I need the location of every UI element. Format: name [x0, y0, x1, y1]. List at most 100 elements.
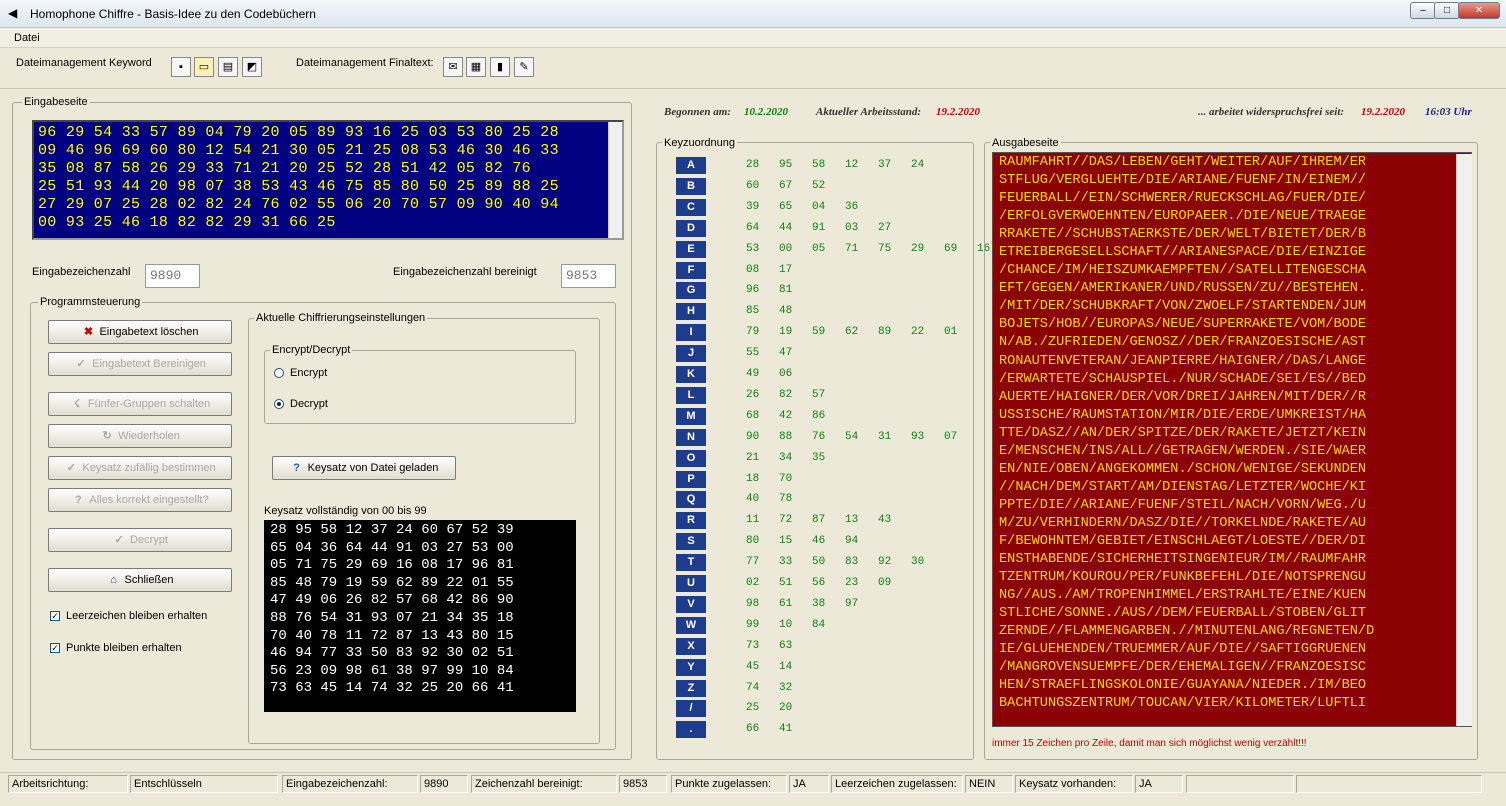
output-row: /MANGROVENSUEMPFE/DER/EHEMALIGEN//FRANZO…: [999, 660, 1367, 676]
clean-input-button[interactable]: ✓ Eingabetext Bereinigen: [48, 352, 232, 376]
input-clean-count-field: 9853: [561, 264, 616, 288]
key-values: 80 15 46 94: [746, 535, 859, 548]
keysatz-row: 56 23 09 98 61 38 97 99 10 84: [270, 662, 514, 679]
runner-icon: ☇: [73, 398, 80, 410]
keysatz-label: Keysatz vollständig von 00 bis 99: [264, 505, 427, 517]
key-values: 28 95 58 12 37 24: [746, 159, 925, 171]
key-values: 55 47: [746, 347, 793, 360]
keysatz-row: 88 76 54 31 93 07 21 34 35 18: [270, 609, 514, 626]
delete-input-label: Eingabetext löschen: [99, 326, 199, 338]
key-letter: S: [676, 533, 706, 551]
points-checkbox[interactable]: ✓: [50, 643, 60, 653]
delete-input-button[interactable]: ✖ Eingabetext löschen: [48, 320, 232, 344]
chart-icon[interactable]: ▮: [490, 57, 510, 77]
begonnen-value: 10.2.2020: [744, 106, 788, 118]
repeat-button[interactable]: ↻ Wiederholen: [48, 424, 232, 448]
close-window-button[interactable]: ✕: [1458, 2, 1500, 19]
input-row: 09 46 96 69 60 80 12 54 21 30 05 21 25 0…: [38, 142, 559, 159]
arbeitsstand-label: Aktueller Arbeitsstand:: [816, 106, 922, 118]
spaces-checkbox[interactable]: ✓: [50, 611, 60, 621]
key-values: 96 81: [746, 284, 793, 297]
key-values: 99 10 84: [746, 618, 826, 631]
key-values: 21 34 35: [746, 451, 826, 464]
key-letter: E: [676, 240, 706, 258]
output-row: BACHTUNGSZENTRUM/TOUCAN/VIER/KILOMETER/L…: [999, 696, 1367, 712]
key-letter: J: [676, 345, 706, 363]
check-settings-button[interactable]: ? Alles korrekt eingestellt?: [48, 488, 232, 512]
key-letter: R: [676, 512, 706, 530]
keyset-file-label: Keysatz von Datei geladen: [307, 462, 439, 474]
check-icon: ✓: [114, 534, 124, 546]
output-row: IE/GLUEHENDEN/TRUEMMER/AUF/DIE//SAFTIGGR…: [999, 642, 1367, 658]
settings-title: Aktuelle Chiffrierungseinstellungen: [254, 312, 428, 324]
key-letter: Z: [676, 679, 706, 697]
status-punkte-value: JA: [789, 775, 829, 793]
keyset-file-button[interactable]: ? Keysatz von Datei geladen: [272, 456, 456, 480]
input-count-field: 9890: [145, 264, 200, 288]
delete-icon: ✖: [83, 326, 94, 338]
key-letter: I: [676, 324, 706, 342]
output-hint: immer 15 Zeichen pro Zeile, damit man si…: [992, 738, 1307, 749]
keysatz-row: 70 40 78 11 72 87 13 43 80 15: [270, 627, 514, 644]
menu-datei[interactable]: Datei: [14, 32, 40, 44]
key-values: 98 61 38 97: [746, 597, 859, 610]
status-empty-2: [1296, 775, 1482, 793]
check-icon: ✓: [66, 462, 76, 474]
output-text-area[interactable]: RAUMFAHRT//DAS/LEBEN/GEHT/WEITER/AUF/IHR…: [992, 152, 1472, 727]
status-keysatz-label: Keysatz vorhanden:: [1015, 775, 1133, 793]
input-scrollbar[interactable]: [608, 122, 622, 238]
input-text-area[interactable]: 96 29 54 33 57 89 04 79 20 05 89 93 16 2…: [32, 120, 624, 240]
status-leer-label: Leerzeichen zugelassen:: [831, 775, 963, 793]
print-preview-icon[interactable]: ◩: [242, 57, 262, 77]
key-values: 26 82 57: [746, 388, 826, 401]
decrypt-button[interactable]: ✓ Decrypt: [48, 528, 232, 552]
question-icon: ?: [75, 494, 82, 506]
key-values: 53 00 05 71 75 29 69 16: [746, 242, 991, 255]
key-values: 02 51 56 23 09: [746, 577, 892, 589]
output-row: /ERWARTETE/SCHAUSPIEL./NUR/SCHADE/SEI/ES…: [999, 371, 1367, 387]
key-letter: X: [676, 637, 706, 655]
status-empty-1: [1186, 775, 1294, 793]
output-row: AUERTE/HAIGNER/DER/VOR/DREI/JAHREN/MIT/D…: [999, 389, 1367, 405]
spaces-checkbox-label: Leerzeichen bleiben erhalten: [66, 610, 208, 622]
ausgabeseite-title: Ausgabeseite: [990, 137, 1061, 149]
key-letter: .: [676, 721, 706, 739]
random-keyset-button[interactable]: ✓ Keysatz zufällig bestimmen: [48, 456, 232, 480]
keyword-file-label: Dateimanagement Keyword: [16, 57, 152, 69]
keysatz-row: 85 48 79 19 59 62 89 22 01 55: [270, 574, 514, 591]
input-count-label: Eingabezeichenzahl: [32, 266, 131, 278]
eingabeseite-title: Eingabeseite: [22, 96, 90, 108]
output-row: /ERFOLGVERWOEHNTEN/EUROPAEER./DIE/NEUE/T…: [999, 209, 1367, 225]
table-icon[interactable]: ▦: [466, 57, 486, 77]
key-letter: A: [676, 157, 706, 174]
window-title: Homophone Chiffre - Basis-Idee zu den Co…: [30, 7, 316, 21]
key-values: 08 17: [746, 263, 793, 276]
key-values: 11 72 87 13 43: [746, 514, 892, 527]
key-values: 79 19 59 62 89 22 01: [746, 326, 958, 339]
maximize-button[interactable]: □: [1434, 2, 1460, 19]
encrypt-radio[interactable]: [274, 368, 284, 378]
print-icon[interactable]: ▤: [218, 57, 238, 77]
points-checkbox-label: Punkte bleiben erhalten: [66, 642, 182, 654]
open-folder-icon[interactable]: ▭: [194, 57, 214, 77]
key-letter: B: [676, 177, 706, 195]
key-letter: D: [676, 219, 706, 237]
output-scrollbar[interactable]: [1456, 154, 1472, 726]
save-icon[interactable]: ▪: [171, 57, 191, 77]
status-punkte-label: Punkte zugelassen:: [671, 775, 787, 793]
key-values: 60 67 52: [746, 179, 826, 192]
output-row: BOJETS/HOB//EUROPAS/NEUE/SUPERRAKETE/VOM…: [999, 317, 1367, 333]
minimize-button[interactable]: –: [1410, 2, 1436, 19]
tools-icon[interactable]: ✎: [514, 57, 534, 77]
five-groups-button[interactable]: ☇ Fünfer-Gruppen schalten: [48, 392, 232, 416]
output-row: HEN/STRAEFLINGSKOLONIE/GUAYANA/NIEDER./I…: [999, 678, 1367, 694]
output-row: E/MENSCHEN/INS/ALL//GETRAGEN/WERDEN./SIE…: [999, 443, 1367, 459]
export-icon[interactable]: ✉: [443, 57, 463, 77]
keysatz-row: 46 94 77 33 50 83 92 30 02 51: [270, 645, 514, 662]
app-icon: ◀: [8, 6, 18, 20]
output-row: FEUERBALL//EIN/SCHWERER/RUECKSCHLAG/FUER…: [999, 191, 1367, 207]
close-program-button[interactable]: ⌂ Schließen: [48, 568, 232, 592]
decrypt-radio[interactable]: [274, 399, 284, 409]
encrypt-radio-label: Encrypt: [290, 367, 328, 379]
key-letter: K: [676, 366, 706, 383]
